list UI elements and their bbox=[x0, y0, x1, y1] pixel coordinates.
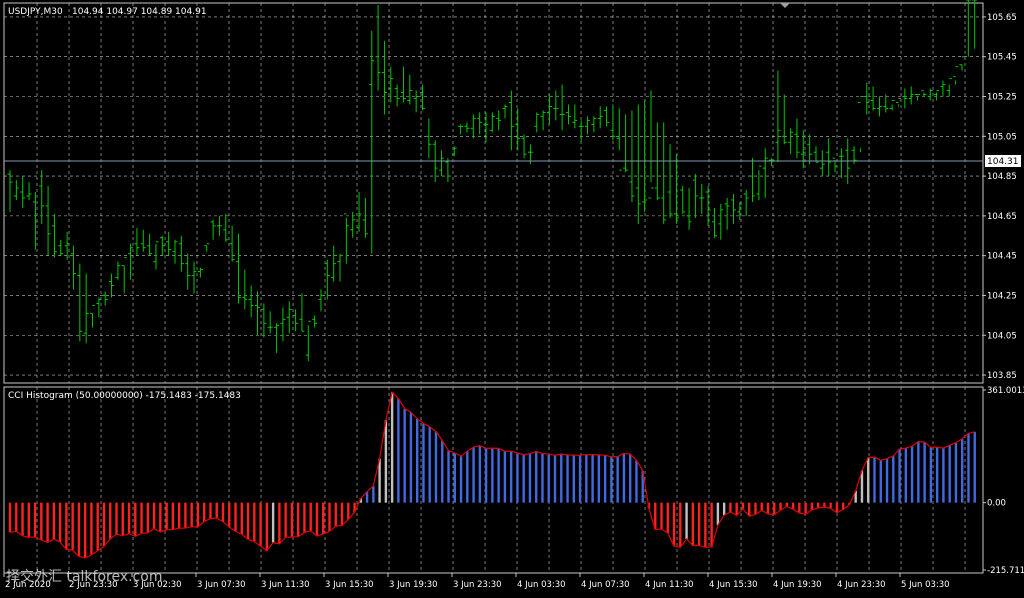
price-pane-frame bbox=[3, 2, 984, 384]
price-tick-label: 104.25 bbox=[987, 291, 1017, 301]
current-price-label: 104.31 bbox=[985, 155, 1021, 167]
ohlc-readout: 104.94 104.97 104.89 104.91 bbox=[72, 7, 207, 17]
indicator-axis: 361.0013 0.00 -215.711 bbox=[983, 386, 1024, 576]
time-tick-label: 4 Jun 07:30 bbox=[581, 580, 630, 590]
time-tick-label: 3 Jun 23:30 bbox=[453, 580, 502, 590]
watermark: 择交外汇 talkforex.com bbox=[6, 569, 163, 585]
time-tick-label: 4 Jun 23:30 bbox=[837, 580, 886, 590]
price-tick-label: 104.45 bbox=[987, 252, 1017, 262]
indicator-title: CCI Histogram (50.00000000) -175.1483 -1… bbox=[8, 391, 241, 401]
time-tick-label: 4 Jun 11:30 bbox=[645, 580, 694, 590]
indicator-tick-label: 0.00 bbox=[987, 499, 1006, 509]
time-tick-label: 3 Jun 19:30 bbox=[389, 580, 438, 590]
price-axis: 105.65 105.45 105.25 105.05 104.85 104.65 104.… bbox=[983, 13, 1017, 381]
chart-canvas[interactable]: 105.65 105.45 105.25 105.05 104.85 104.65 104.… bbox=[0, 0, 1024, 594]
price-tick-label: 104.85 bbox=[987, 172, 1017, 182]
time-tick-label: 5 Jun 03:30 bbox=[901, 580, 950, 590]
time-tick-label: 4 Jun 03:30 bbox=[517, 580, 566, 590]
price-tick-label: 104.65 bbox=[987, 212, 1017, 222]
symbol-label: USDJPY,M30 bbox=[8, 7, 63, 17]
price-tick-label: 105.05 bbox=[987, 132, 1017, 142]
indicator-tick-label: 361.0013 bbox=[987, 386, 1024, 396]
time-tick-label: 4 Jun 15:30 bbox=[709, 580, 758, 590]
time-tick-label: 3 Jun 15:30 bbox=[325, 580, 374, 590]
price-pane[interactable]: 105.65 105.45 105.25 105.05 104.85 104.65 104.… bbox=[3, 0, 1021, 384]
chart-window[interactable]: 105.65 105.45 105.25 105.05 104.85 104.65 104.… bbox=[0, 0, 1024, 594]
time-tick-label: 3 Jun 11:30 bbox=[261, 580, 310, 590]
price-tick-label: 105.65 bbox=[987, 13, 1017, 23]
indicator-tick-label: -215.711 bbox=[987, 566, 1024, 576]
price-tick-label: 105.25 bbox=[987, 93, 1017, 103]
price-tick-label: 103.85 bbox=[987, 371, 1017, 381]
price-tick-label: 105.45 bbox=[987, 53, 1017, 63]
price-tick-label: 104.05 bbox=[987, 331, 1017, 341]
current-price-text: 104.31 bbox=[987, 157, 1019, 167]
time-tick-label: 4 Jun 19:30 bbox=[773, 580, 822, 590]
time-tick-label: 3 Jun 07:30 bbox=[197, 580, 246, 590]
indicator-pane[interactable]: 361.0013 0.00 -215.711 CCI Histogram (50.0… bbox=[3, 386, 1024, 576]
